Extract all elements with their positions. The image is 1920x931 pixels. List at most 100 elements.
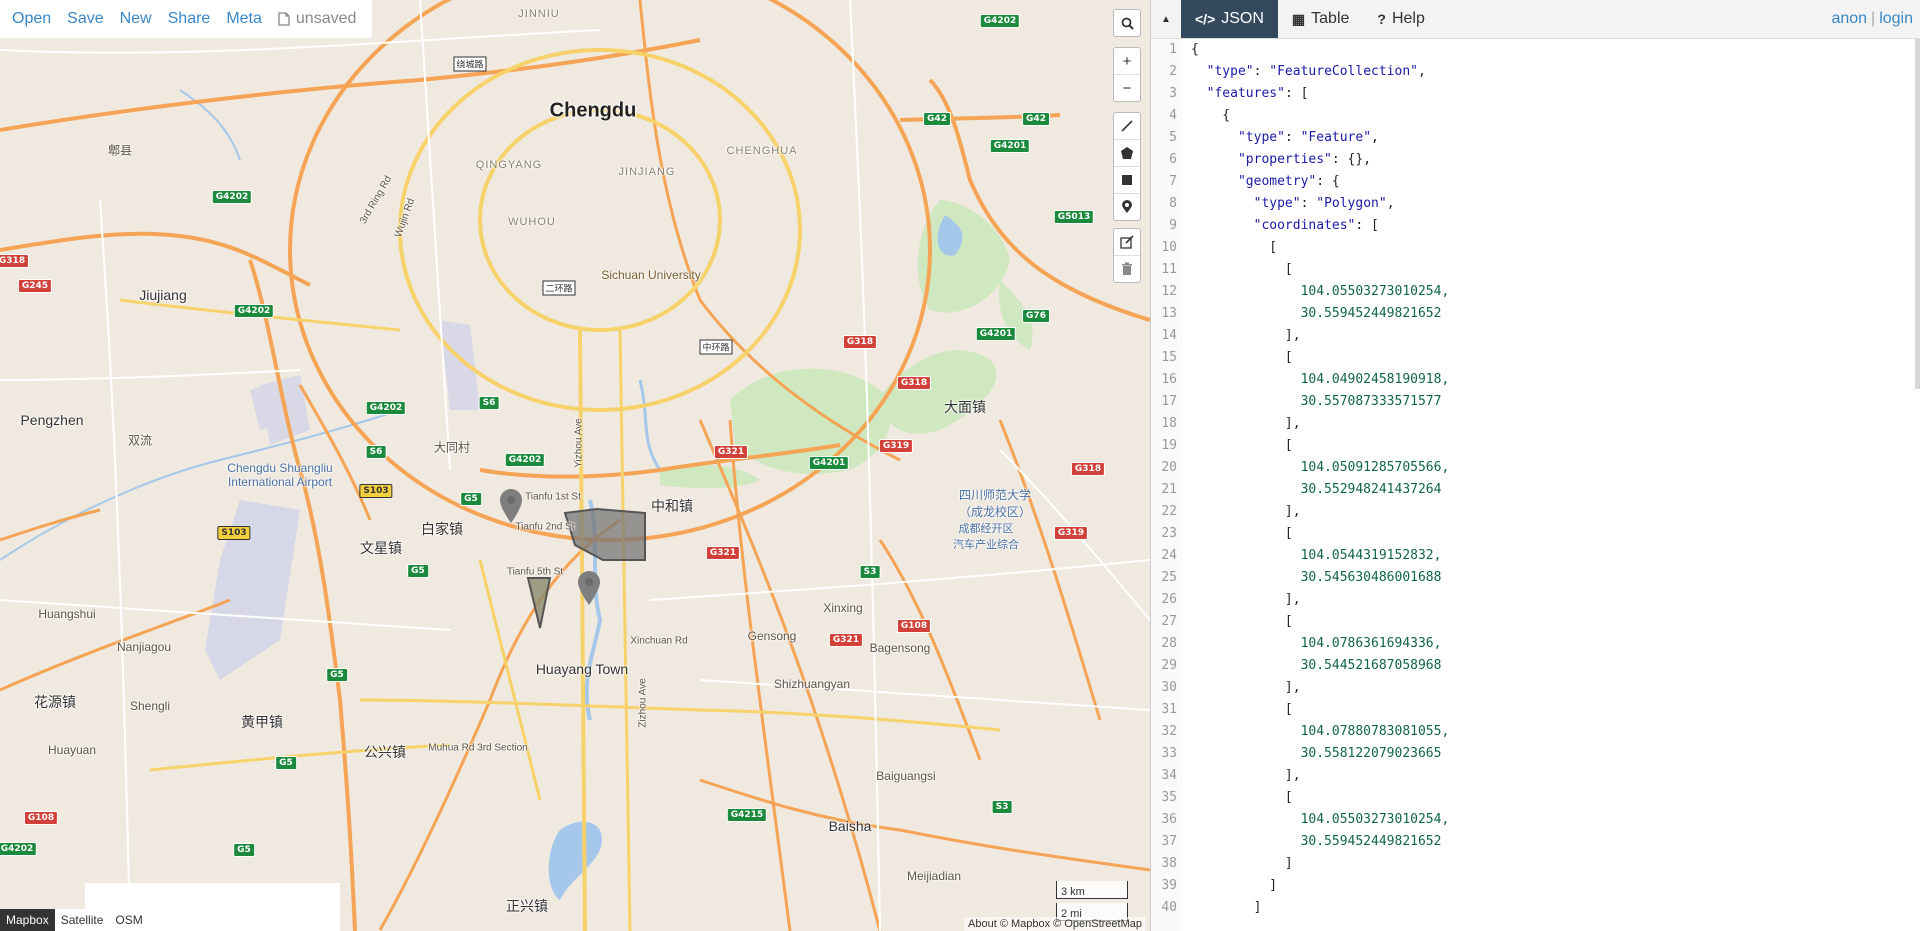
street-label: Tianfu 2nd St	[515, 521, 575, 533]
place-label: 文星镇	[360, 540, 402, 556]
place-label: JINNIU	[518, 8, 560, 20]
code-line: {	[1191, 108, 1231, 123]
line-number: 1	[1169, 42, 1177, 57]
scrollbar[interactable]	[1915, 39, 1920, 389]
line-number: 2	[1169, 64, 1177, 79]
code-line: [	[1191, 614, 1293, 629]
place-label: WUHOU	[508, 216, 556, 228]
code-area[interactable]: { "type": "FeatureCollection", "features…	[1191, 39, 1911, 919]
place-label: 大面镇	[944, 399, 986, 415]
edit-icon[interactable]	[1114, 229, 1140, 256]
user-separator: |	[1871, 10, 1876, 27]
line-number: 33	[1161, 746, 1177, 761]
place-label: 白家镇	[421, 521, 463, 537]
place-label: Sichuan University	[601, 268, 701, 282]
line-number: 14	[1161, 328, 1177, 343]
route-shield: G76	[1022, 309, 1050, 323]
share-button[interactable]: Share	[168, 10, 211, 28]
line-number: 32	[1161, 724, 1177, 739]
route-shield: G318	[842, 335, 878, 349]
save-button[interactable]: Save	[67, 10, 103, 28]
zoom-in-icon[interactable]: +	[1114, 48, 1140, 75]
line-number: 29	[1161, 658, 1177, 673]
route-shield: S3	[991, 800, 1013, 814]
code-line: 30.552948241437264	[1191, 482, 1442, 497]
code-line: "geometry": {	[1237, 174, 1340, 189]
open-button[interactable]: Open	[12, 10, 51, 28]
line-number: 16	[1161, 372, 1177, 387]
tab-json[interactable]: </> JSON	[1181, 0, 1278, 38]
line-number: 5	[1169, 130, 1177, 145]
code-line: ],	[1191, 328, 1301, 343]
code-line: 30.544521687058968	[1191, 658, 1442, 673]
line-number: 36	[1161, 812, 1177, 827]
new-button[interactable]: New	[120, 10, 152, 28]
line-number: 18	[1161, 416, 1177, 431]
route-shield: S103	[217, 526, 251, 540]
map-attribution[interactable]: About © Mapbox © OpenStreetMap	[964, 917, 1146, 931]
layer-mapbox[interactable]: Mapbox	[0, 909, 55, 931]
line-number: 20	[1161, 460, 1177, 475]
line-number: 31	[1161, 702, 1177, 717]
code-line: ],	[1191, 592, 1301, 607]
trash-icon[interactable]	[1114, 256, 1140, 282]
document-icon	[278, 12, 290, 26]
route-shield: G5	[460, 492, 482, 506]
tab-help[interactable]: ? Help	[1363, 0, 1438, 38]
line-numbers: 1 2 3 4 5 6 7 8 9 10 11 12 13 14 15 16 17 18 19 20 21 22 23 24 2…	[1151, 39, 1183, 931]
route-shield: S3	[859, 565, 881, 579]
code-icon: </>	[1195, 11, 1216, 27]
line-number: 15	[1161, 350, 1177, 365]
user-links: anon | login	[1831, 0, 1913, 38]
zoom-out-icon[interactable]: −	[1114, 75, 1140, 101]
code-line: {	[1191, 42, 1199, 57]
draw-line-icon[interactable]	[1114, 113, 1140, 140]
json-editor[interactable]: 1 2 3 4 5 6 7 8 9 10 11 12 13 14 15 16 17 18 19 20 21 22 23 24 2…	[1151, 39, 1920, 931]
tab-table[interactable]: ▦ Table	[1278, 0, 1363, 38]
route-shield: G5	[275, 756, 297, 770]
ring-road-label: 二环路	[542, 280, 576, 296]
line-number: 21	[1161, 482, 1177, 497]
tab-label: Help	[1391, 10, 1425, 27]
map-marker-icon[interactable]	[576, 570, 602, 606]
code-line: "features": [	[1206, 86, 1309, 101]
draw-marker-icon[interactable]	[1114, 194, 1140, 220]
route-shield: G318	[1070, 462, 1106, 476]
code-line: "type": "Feature",	[1237, 130, 1379, 145]
code-line: [	[1191, 350, 1293, 365]
edit-toolbar	[1113, 228, 1141, 283]
place-label: Bagensong	[869, 641, 931, 655]
street-label: Xinchuan Rd	[630, 635, 688, 647]
code-line: ]	[1191, 900, 1262, 915]
code-line: ],	[1191, 416, 1301, 431]
meta-button[interactable]: Meta	[226, 10, 262, 28]
route-shield: G5013	[1053, 210, 1095, 224]
layer-osm[interactable]: OSM	[109, 909, 149, 931]
layer-satellite[interactable]: Satellite	[54, 909, 110, 931]
map-canvas[interactable]: Chengdu Jiujiang Pengzhen Huangshui Huay…	[0, 0, 1150, 931]
line-number: 13	[1161, 306, 1177, 321]
search-icon[interactable]	[1114, 10, 1140, 36]
street-label: Zizhou Ave	[637, 678, 649, 728]
place-label: 公兴镇	[364, 744, 406, 760]
anon-link[interactable]: anon	[1831, 10, 1867, 28]
map-marker-icon[interactable]	[498, 488, 524, 524]
drawn-polygon	[563, 507, 646, 561]
route-shield: S103	[359, 484, 393, 498]
code-line: 30.545630486001688	[1191, 570, 1442, 585]
route-shield: G4202	[233, 304, 275, 318]
line-number: 12	[1161, 284, 1177, 299]
login-link[interactable]: login	[1879, 10, 1913, 28]
route-shield: G4201	[989, 139, 1031, 153]
place-label: Xinxing	[823, 601, 863, 615]
route-shield: G4202	[211, 190, 253, 204]
route-shield: G4202	[365, 401, 407, 415]
help-icon: ?	[1377, 11, 1386, 27]
draw-polygon-icon[interactable]	[1114, 140, 1140, 167]
route-shield: G4201	[975, 327, 1017, 341]
collapse-icon[interactable]: ▲	[1151, 0, 1181, 38]
code-line: 104.0544319152832,	[1191, 548, 1442, 563]
code-line: 30.559452449821652	[1191, 834, 1442, 849]
code-line: 104.0786361694336,	[1191, 636, 1442, 651]
draw-rectangle-icon[interactable]	[1114, 167, 1140, 194]
